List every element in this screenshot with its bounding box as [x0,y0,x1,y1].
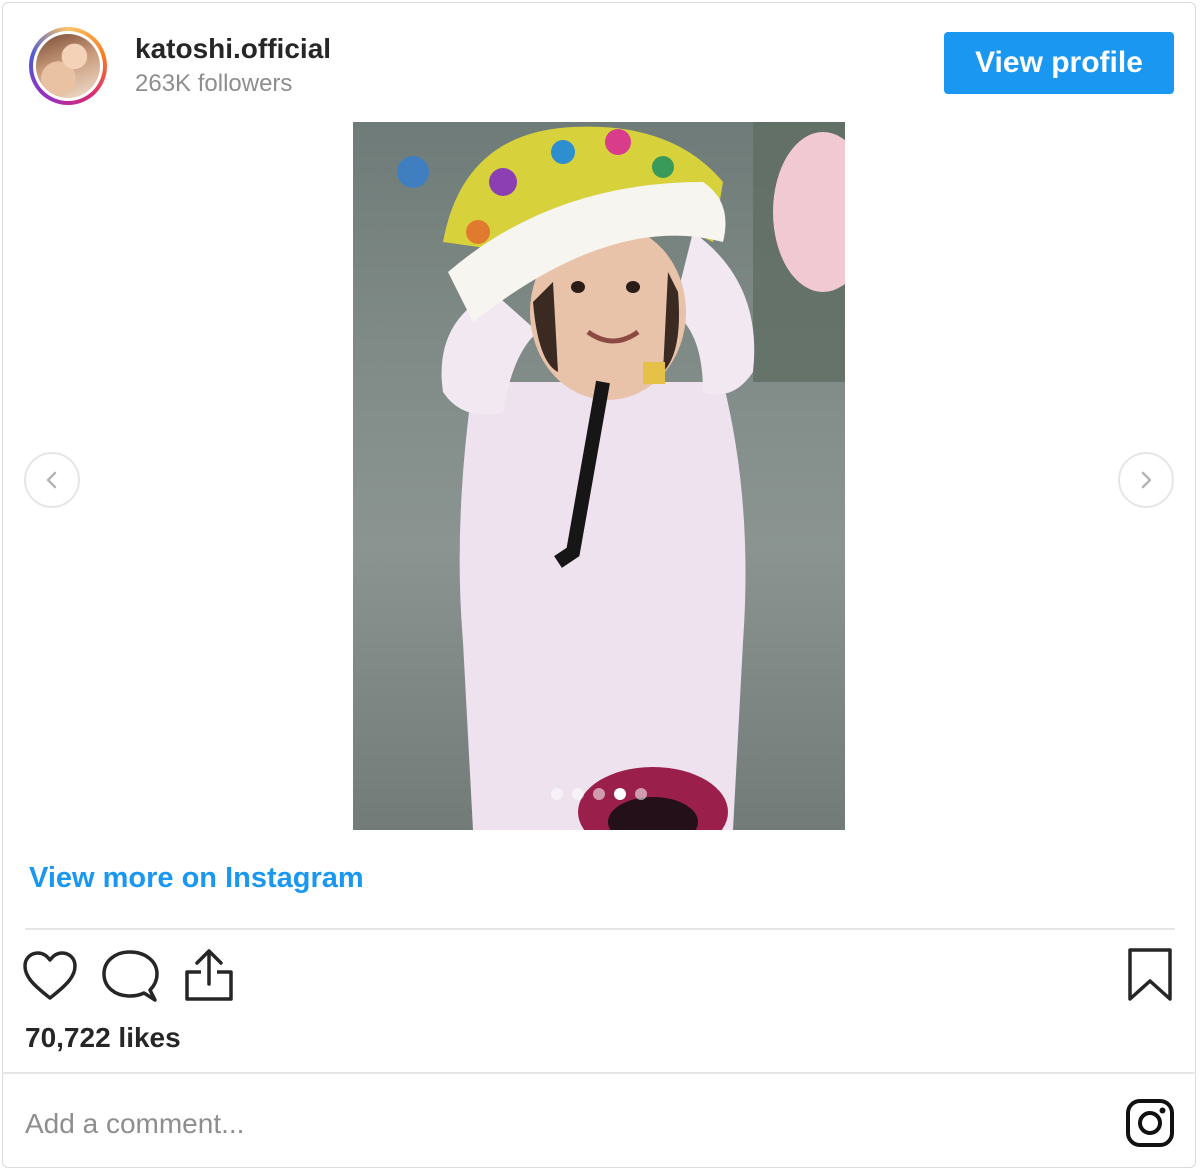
carousel-dot [635,788,647,800]
chevron-left-icon [46,471,57,489]
share-icon[interactable] [183,948,235,1002]
bookmark-icon[interactable] [1127,947,1173,1003]
carousel-dot [572,788,584,800]
add-comment-input[interactable] [25,1100,925,1148]
photo-illustration [397,122,845,830]
comment-icon[interactable] [101,949,159,1003]
carousel-dot [551,788,563,800]
view-profile-button[interactable]: View profile [944,32,1174,94]
like-count: 70,722 likes [25,1022,181,1053]
divider [2,1072,1196,1074]
carousel-dot [593,788,605,800]
avatar-photo [36,34,100,98]
username[interactable]: katoshi.official [135,33,331,65]
heart-icon[interactable] [22,950,78,1002]
chevron-right-icon [1141,471,1152,489]
avatar[interactable] [29,27,107,105]
carousel-indicator [353,788,845,800]
instagram-logo-icon[interactable] [1125,1098,1175,1148]
avatar-border [33,31,103,101]
next-slide-button[interactable] [1118,452,1174,508]
carousel-dot-active [614,788,626,800]
divider [25,928,1175,930]
view-more-on-instagram-link[interactable]: View more on Instagram [29,862,364,895]
previous-slide-button[interactable] [24,452,80,508]
follower-count: 263K followers [135,70,293,97]
post-photo[interactable] [353,122,845,830]
